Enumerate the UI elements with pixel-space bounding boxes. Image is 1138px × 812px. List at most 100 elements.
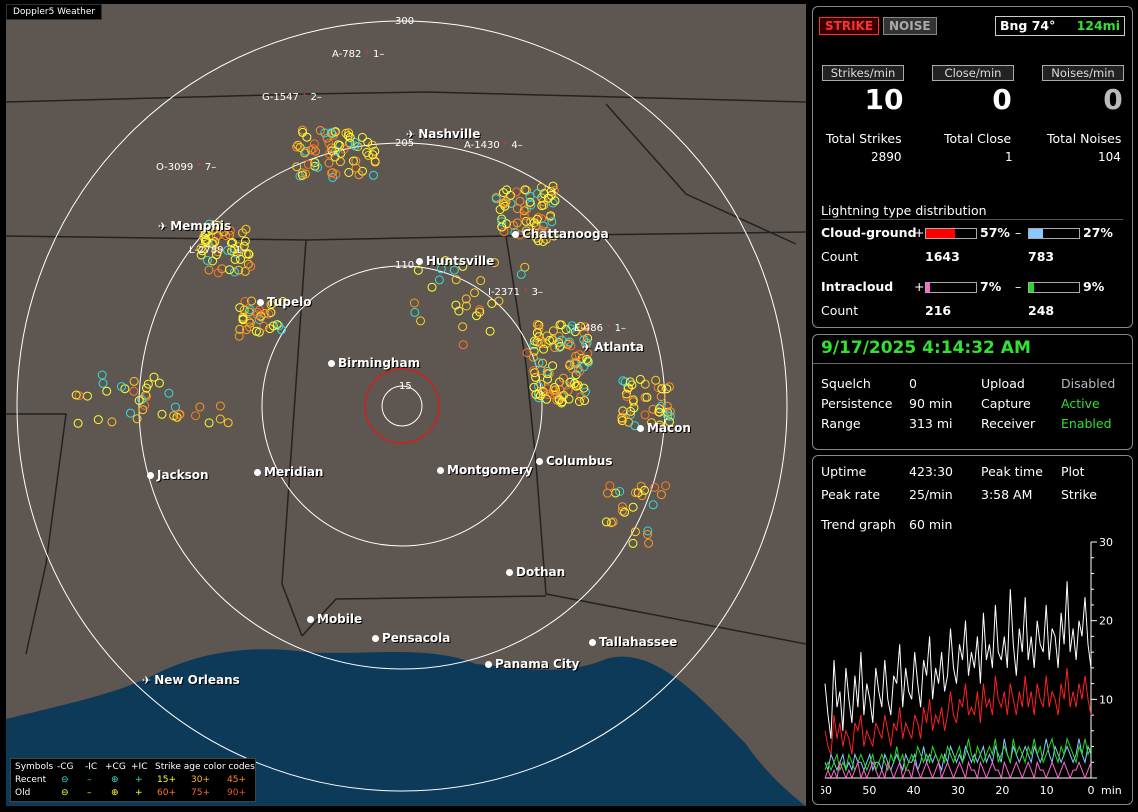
x-tick-label: 10 (1040, 784, 1054, 797)
airport-icon: ✈ (406, 128, 416, 141)
city-label-dothan[interactable]: Dothan (506, 565, 565, 579)
city-label-columbus[interactable]: Columbus (536, 454, 613, 468)
state-border-v2 (505, 235, 806, 645)
legend-type: +IC (131, 762, 148, 772)
strike-marker (195, 402, 205, 412)
strike-marker (302, 132, 312, 142)
app-title: Doppler5 Weather (6, 4, 103, 20)
strike-marker (628, 502, 638, 512)
city-name: Meridian (264, 465, 324, 479)
strike-marker (107, 417, 117, 427)
state-border-tn (6, 91, 806, 103)
storm-track-label[interactable]: G-1547 ⁺ 2– (262, 92, 322, 103)
track-marker-icon: ⁺ (520, 287, 532, 298)
city-dot-icon (536, 458, 543, 465)
peak-rate-label: Peak rate (821, 487, 881, 502)
strike-trend-graph: 30 20 10 60 50 40 30 20 10 0 min (821, 538, 1122, 797)
city-name: Nashville (418, 127, 481, 141)
city-label-montgomery[interactable]: Montgomery (437, 463, 533, 477)
city-label-tallahassee[interactable]: Tallahassee (589, 635, 677, 649)
symbol-legend: Symbols -CG -IC +CG +IC Strike age color… (10, 758, 256, 802)
storm-track-label[interactable]: I-2371 ⁺ 3– (488, 287, 543, 298)
strike-marker (470, 288, 479, 298)
strike-marker (246, 261, 256, 271)
strike-button[interactable]: STRIKE (819, 17, 880, 35)
strike-marker (563, 386, 573, 395)
strike-marker (240, 236, 250, 246)
airport-icon: ✈ (158, 220, 168, 233)
strike-marker (512, 204, 522, 214)
city-dot-icon (257, 299, 264, 306)
strike-marker (410, 307, 420, 317)
track-id: E-486 (574, 323, 604, 334)
status-panel: 9/17/2025 4:14:32 AM Squelch 0 Persisten… (812, 334, 1133, 450)
city-label-macon[interactable]: Macon (637, 421, 691, 435)
total-noises-value: 104 (1098, 150, 1121, 164)
city-label-panama-city[interactable]: Panama City (485, 657, 579, 671)
squelch-label: Squelch (821, 376, 871, 391)
city-label-tupelo[interactable]: Tupelo (257, 295, 312, 309)
track-arrow-icon: – (211, 162, 217, 173)
strike-marker (204, 418, 214, 428)
cg-neg-bar (1028, 228, 1080, 239)
storm-track-label[interactable]: O-3099 ⁺ 7– (156, 162, 216, 173)
track-id: O-3099 (156, 162, 194, 173)
track-arrow-icon: – (517, 140, 523, 151)
storm-track-label[interactable]: A-1430 ⁺ 4– (464, 140, 523, 151)
city-label-atlanta[interactable]: ✈ Atlanta (582, 340, 644, 354)
airport-icon: ✈ (582, 341, 592, 354)
total-strikes-label: Total Strikes (826, 131, 902, 146)
strike-marker (126, 408, 135, 418)
strike-marker (656, 392, 666, 402)
strike-marker (544, 369, 554, 379)
status-divider (813, 363, 1132, 364)
city-label-pensacola[interactable]: Pensacola (372, 631, 450, 645)
cg-count-label: Count (821, 249, 859, 264)
legend-type: -CG (57, 762, 74, 772)
city-label-huntsville[interactable]: Huntsville (416, 254, 494, 268)
city-label-birmingham[interactable]: Birmingham (328, 356, 420, 370)
x-tick-label: 60 (821, 784, 832, 797)
receiver-label: Receiver (981, 416, 1036, 431)
city-label-jackson[interactable]: Jackson (147, 468, 209, 482)
close-min-label: Close/min (932, 65, 1014, 81)
pos-cg-icon: ⊕ (111, 788, 119, 798)
city-name: New Orleans (154, 673, 240, 687)
lightning-map[interactable]: Doppler5 Weather 300 205 110 15 ✈ Nashvil… (6, 4, 806, 806)
neg-cg-icon: ⊖ (61, 788, 69, 798)
ic-pos-count: 216 (925, 303, 952, 318)
neg-ic-icon: – (87, 775, 92, 785)
strikes-min-label: Strikes/min (822, 65, 904, 81)
strike-marker (561, 325, 571, 334)
strike-marker (499, 227, 509, 237)
ring-label: 300 (395, 16, 415, 27)
legend-type: -IC (85, 762, 98, 772)
city-name: Atlanta (594, 340, 644, 354)
strike-marker (215, 414, 225, 424)
city-label-new-orleans[interactable]: ✈ New Orleans (142, 673, 240, 687)
city-label-mobile[interactable]: Mobile (307, 612, 362, 626)
track-id: A-1430 (464, 140, 500, 151)
city-label-chattanooga[interactable]: Chattanooga (512, 227, 609, 241)
city-dot-icon (437, 467, 444, 474)
storm-track-label[interactable]: A-782 ⁺ 1– (332, 49, 384, 60)
strike-marker (313, 162, 323, 172)
city-dot-icon (307, 616, 314, 623)
ic-label: Intracloud (821, 279, 894, 294)
strike-marker (129, 376, 139, 386)
distribution-title: Lightning type distribution (821, 203, 987, 218)
cg-minus-sign: – (1015, 225, 1022, 240)
city-label-memphis[interactable]: ✈ Memphis (158, 219, 231, 233)
noise-button[interactable]: NOISE (883, 17, 937, 35)
x-tick-label: 30 (951, 784, 965, 797)
storm-track-label[interactable]: L-2789 ⁺ 1– (189, 245, 246, 256)
city-name: Columbus (546, 454, 613, 468)
city-dot-icon (485, 661, 492, 668)
city-label-nashville[interactable]: ✈ Nashville (406, 127, 480, 141)
storm-track-label[interactable]: E-486 ⁺ 1– (574, 323, 626, 334)
strike-marker (547, 217, 557, 227)
city-label-meridian[interactable]: Meridian (254, 465, 323, 479)
strike-marker (628, 538, 638, 548)
strike-marker (308, 144, 318, 154)
strike-marker (640, 410, 650, 420)
